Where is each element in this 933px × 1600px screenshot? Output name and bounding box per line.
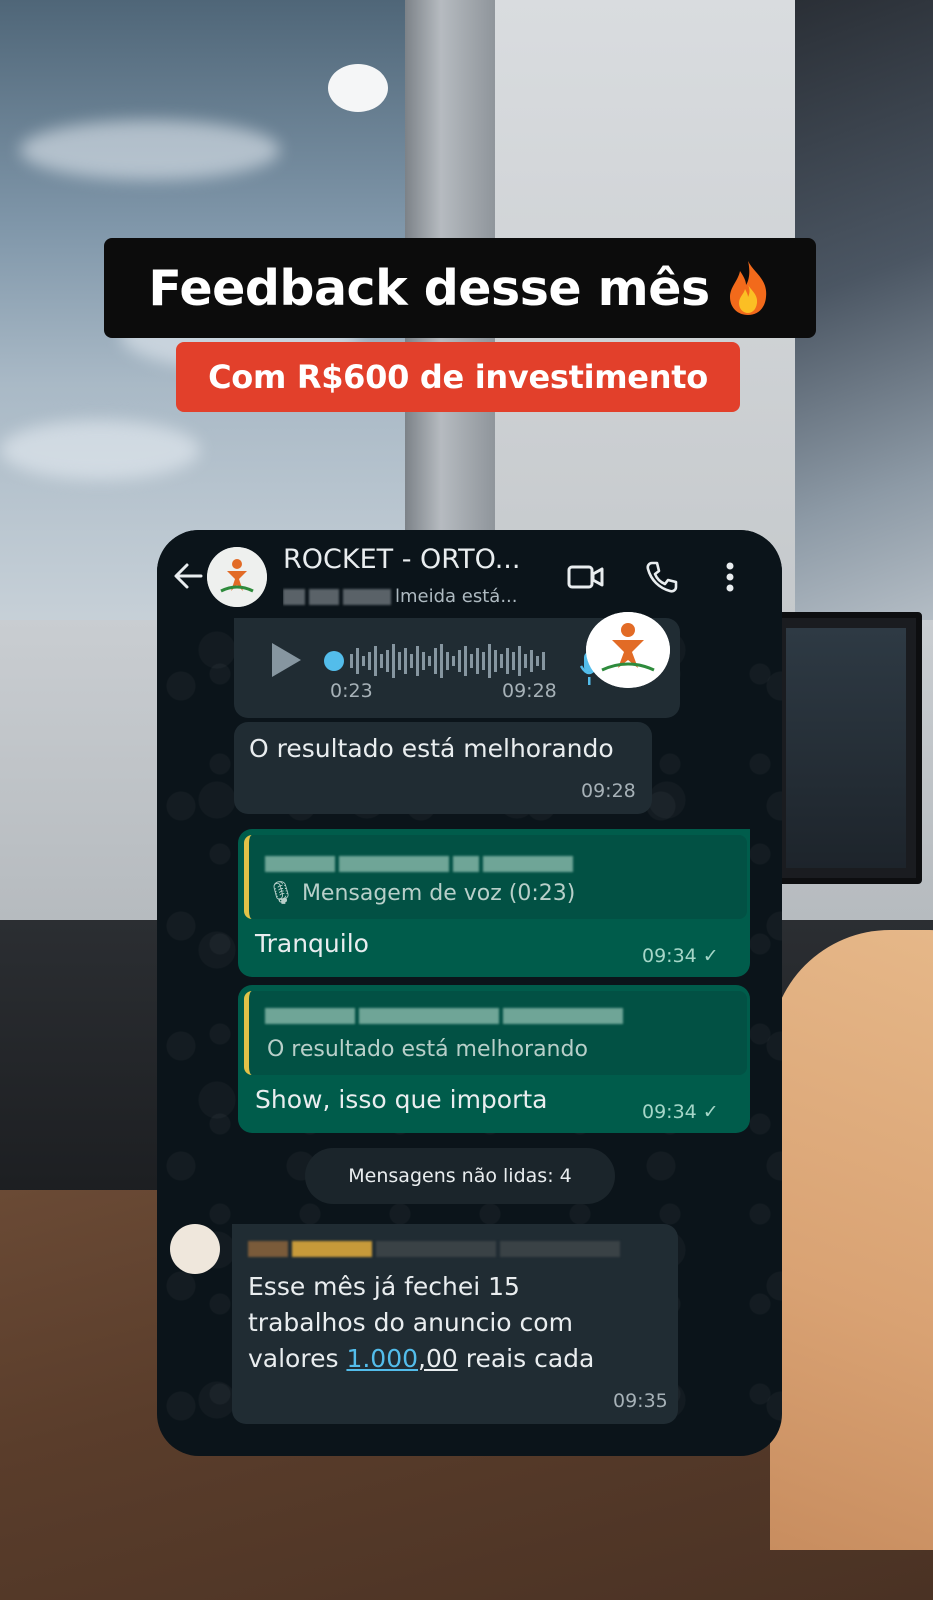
right-window — [795, 0, 933, 700]
voice-sender-avatar — [586, 612, 670, 688]
subtitle-text: lmeida está... — [395, 586, 518, 607]
message-text: Show, isso que importa — [255, 1085, 548, 1114]
message-time: 09:35 — [613, 1390, 668, 1412]
subhead-text: Com R$600 de investimento — [208, 358, 708, 396]
monitor — [770, 612, 922, 884]
quoted-voice-label: 🎙 Mensagem de voz (0:23) — [267, 881, 576, 906]
voice-waveform[interactable] — [348, 640, 554, 682]
message-text: O resultado está melhorando — [249, 734, 614, 763]
message-time-read: 09:34 ✓ — [642, 945, 719, 967]
back-arrow-icon[interactable] — [171, 559, 205, 593]
chat-subtitle: lmeida está... — [283, 586, 553, 607]
ceiling-lamp — [328, 64, 388, 112]
play-icon[interactable] — [268, 640, 304, 680]
message-bubble-incoming[interactable]: O resultado está melhorando 09:28 — [234, 722, 652, 814]
chat-title[interactable]: ROCKET - ORTO... — [283, 544, 553, 575]
chat-header: ROCKET - ORTO... lmeida está... — [157, 530, 782, 624]
sender-avatar[interactable] — [170, 1224, 220, 1274]
subhead-banner: Com R$600 de investimento — [176, 342, 740, 412]
group-avatar[interactable] — [207, 547, 267, 607]
message-text: Tranquilo — [255, 929, 369, 958]
quoted-author-redacted — [265, 1005, 627, 1025]
message-bubble-outgoing[interactable]: 🎙 Mensagem de voz (0:23) Tranquilo 09:34… — [238, 829, 750, 977]
sender-name-redacted — [248, 1238, 624, 1257]
message-time-read: 09:34 ✓ — [642, 1101, 719, 1123]
whatsapp-chat-card: ROCKET - ORTO... lmeida está... 0:23 09:… — [157, 530, 782, 1456]
fire-icon — [724, 259, 772, 317]
quoted-message[interactable]: 🎙 Mensagem de voz (0:23) — [244, 835, 747, 919]
message-time: 09:28 — [581, 780, 636, 802]
quoted-text: O resultado está melhorando — [267, 1037, 588, 1062]
message-bubble-incoming[interactable]: Esse mês já fechei 15 trabalhos do anunc… — [232, 1224, 678, 1424]
quoted-author-redacted — [265, 853, 577, 873]
unread-messages-divider: Mensagens não lidas: 4 — [305, 1148, 615, 1204]
video-call-icon[interactable] — [567, 560, 605, 594]
more-options-icon[interactable] — [723, 558, 737, 596]
message-bubble-outgoing[interactable]: O resultado está melhorando Show, isso q… — [238, 985, 750, 1133]
hand — [770, 930, 933, 1550]
message-line-2: trabalhos do anuncio com — [248, 1308, 573, 1337]
playback-position-dot[interactable] — [324, 651, 344, 671]
message-line-1: Esse mês já fechei 15 — [248, 1272, 520, 1301]
phone-number-link[interactable]: 1.000 — [346, 1344, 418, 1373]
phone-call-icon[interactable] — [644, 560, 678, 594]
headline-text: Feedback desse mês — [148, 259, 710, 317]
headline-banner: Feedback desse mês — [104, 238, 816, 338]
message-line-3: valores 1.000,00 reais cada — [248, 1344, 595, 1373]
quoted-message[interactable]: O resultado está melhorando — [244, 991, 747, 1075]
voice-duration: 0:23 — [330, 680, 373, 702]
voice-timestamp: 09:28 — [502, 680, 557, 702]
